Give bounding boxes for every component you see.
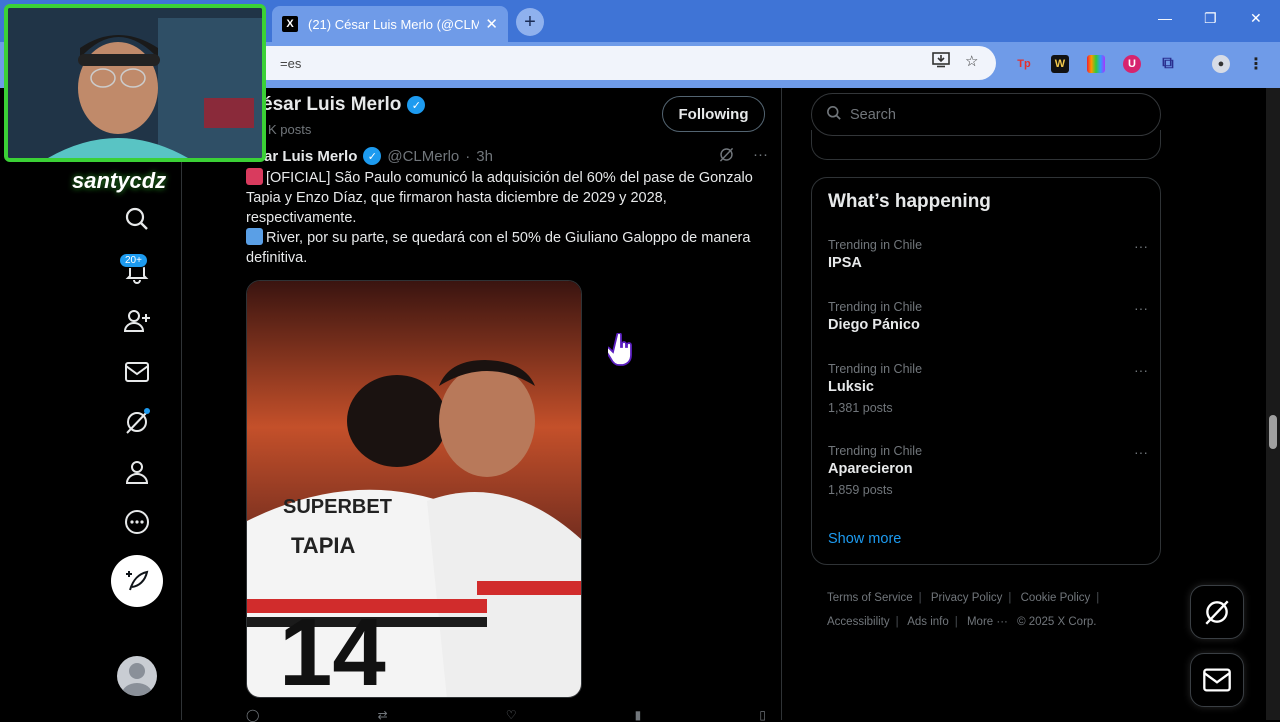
extensions-puzzle-icon[interactable]: ⧉ — [1159, 55, 1177, 73]
mail-icon[interactable] — [122, 357, 152, 387]
tweet-tools: ··· — [718, 146, 768, 167]
notifications-badge: 20+ — [119, 253, 148, 268]
trend-name: IPSA — [828, 255, 862, 271]
search-placeholder: Search — [850, 106, 896, 123]
copyright: © 2025 X Corp. — [1017, 616, 1097, 628]
grok-icon[interactable] — [122, 407, 152, 437]
scrollbar-thumb[interactable] — [1269, 415, 1277, 449]
tweet-author-name[interactable]: ar Luis Merlo — [264, 148, 357, 165]
trends-panel: What’s happening Trending in Chile IPSA … — [811, 177, 1161, 565]
streamer-name: santycdz — [72, 168, 167, 193]
trend-item[interactable]: Trending in Chile Aparecieron 1,859 post… — [828, 444, 1148, 497]
search-icon[interactable] — [122, 204, 152, 234]
privacy-link[interactable]: Privacy Policy — [931, 592, 1003, 604]
browser-menu-icon[interactable]: ⋮ — [1247, 55, 1265, 73]
tweet-handle[interactable]: @CLMerlo — [387, 148, 459, 165]
more-link[interactable]: More ··· — [967, 616, 1008, 628]
sidebar-footer: Terms of Service | Privacy Policy | Cookie… — [827, 592, 1100, 628]
trend-name: Diego Pánico — [828, 317, 920, 333]
page-scrollbar[interactable] — [1266, 88, 1280, 720]
trend-item[interactable]: Trending in Chile Diego Pánico ··· — [828, 300, 1148, 333]
account-avatar[interactable] — [117, 656, 157, 696]
more-options-icon[interactable]: ··· — [1134, 444, 1148, 460]
more-circle-icon[interactable] — [122, 507, 152, 537]
extension-tp-icon[interactable]: Tp — [1015, 55, 1033, 73]
tweet-text: [OFICIAL] São Paulo comunicó la adquisic… — [246, 168, 766, 268]
close-window-icon[interactable]: ✕ — [1250, 10, 1262, 27]
url-text: =es — [280, 55, 302, 71]
trend-post-count: 1,381 posts — [828, 401, 893, 415]
more-options-icon[interactable]: ··· — [1134, 300, 1148, 316]
hand-cursor-icon — [604, 332, 634, 372]
trend-context: Trending in Chile — [828, 300, 923, 314]
jersey-sponsor-text: SUPERBET — [283, 496, 392, 518]
profile-avatar-icon[interactable]: ● — [1212, 55, 1230, 73]
messages-floating-button[interactable] — [1190, 653, 1244, 707]
ads-info-link[interactable]: Ads info — [907, 616, 949, 628]
grok-icon[interactable] — [718, 146, 735, 167]
extension-w-icon[interactable]: W — [1051, 55, 1069, 73]
tweet-time[interactable]: 3h — [476, 148, 493, 165]
search-icon — [826, 105, 842, 125]
following-button[interactable]: Following — [662, 96, 765, 132]
minimize-icon[interactable]: — — [1158, 10, 1172, 26]
previous-panel-bottom — [811, 130, 1161, 160]
asterisk-emoji-icon — [246, 228, 263, 245]
trend-name: Luksic — [828, 379, 874, 395]
tweet-header: ar Luis Merlo ✓ @CLMerlo · 3h — [264, 147, 493, 165]
trend-post-count: 1,859 posts — [828, 483, 893, 497]
trend-context: Trending in Chile — [828, 362, 923, 376]
mail-icon — [1203, 668, 1231, 692]
extension-color-icon[interactable] — [1087, 55, 1105, 73]
tweet-line-1: [OFICIAL] São Paulo comunicó la adquisic… — [246, 170, 753, 226]
verified-badge-icon: ✓ — [407, 96, 426, 114]
trend-context: Trending in Chile — [828, 444, 923, 458]
posts-count: K posts — [268, 122, 312, 137]
profile-name: ésar Luis Merlo — [262, 94, 402, 115]
install-app-icon[interactable] — [932, 52, 950, 72]
jersey-name-text: TAPIA — [291, 533, 355, 558]
address-bar[interactable]: =es — [250, 46, 996, 80]
tweet-photo[interactable]: SUPERBET TAPIA 14 — [246, 280, 582, 698]
x-logo-icon: X — [282, 16, 298, 32]
more-options-icon[interactable]: ··· — [1134, 362, 1148, 378]
terms-link[interactable]: Terms of Service — [827, 592, 913, 604]
timeline-column: ésar Luis Merlo ✓ K posts Following ar L… — [182, 88, 782, 722]
bookmark-star-icon[interactable]: ☆ — [965, 52, 978, 70]
restore-icon[interactable]: ❐ — [1204, 10, 1217, 27]
verified-badge-icon: ✓ — [363, 147, 382, 165]
close-tab-icon[interactable]: ✕ — [485, 15, 498, 33]
trend-name: Aparecieron — [828, 461, 913, 477]
show-more-link[interactable]: Show more — [828, 531, 901, 547]
trend-context: Trending in Chile — [828, 238, 923, 252]
trend-item[interactable]: Trending in Chile Luksic 1,381 posts ··· — [828, 362, 1148, 415]
cookie-link[interactable]: Cookie Policy — [1021, 592, 1091, 604]
more-options-icon[interactable]: ··· — [1134, 238, 1148, 254]
accessibility-link[interactable]: Accessibility — [827, 616, 890, 628]
webcam-frame — [4, 4, 266, 162]
post-button[interactable] — [111, 555, 163, 607]
webcam-overlay: santycdz — [0, 0, 272, 193]
extension-u-icon[interactable]: U — [1123, 55, 1141, 73]
more-options-icon[interactable]: ··· — [753, 146, 768, 167]
tweet-dot: · — [465, 147, 471, 165]
grok-icon — [1205, 600, 1229, 625]
profile-header-name: ésar Luis Merlo ✓ — [262, 94, 426, 116]
tab-title: (21) César Luis Merlo (@CLMerl — [308, 16, 480, 32]
trend-item[interactable]: Trending in Chile IPSA ··· — [828, 238, 1148, 271]
profile-icon[interactable] — [122, 457, 152, 487]
jersey-number-text: 14 — [279, 599, 386, 698]
trends-title: What’s happening — [828, 191, 991, 212]
browser-tab[interactable]: X (21) César Luis Merlo (@CLMerl ✕ — [272, 6, 508, 42]
add-user-icon[interactable] — [122, 306, 152, 336]
grok-floating-button[interactable] — [1190, 585, 1244, 639]
new-tab-button[interactable]: + — [516, 8, 544, 36]
feather-plus-icon — [126, 570, 149, 591]
tweet-line-2: River, por su parte, se quedará con el 5… — [246, 230, 751, 266]
